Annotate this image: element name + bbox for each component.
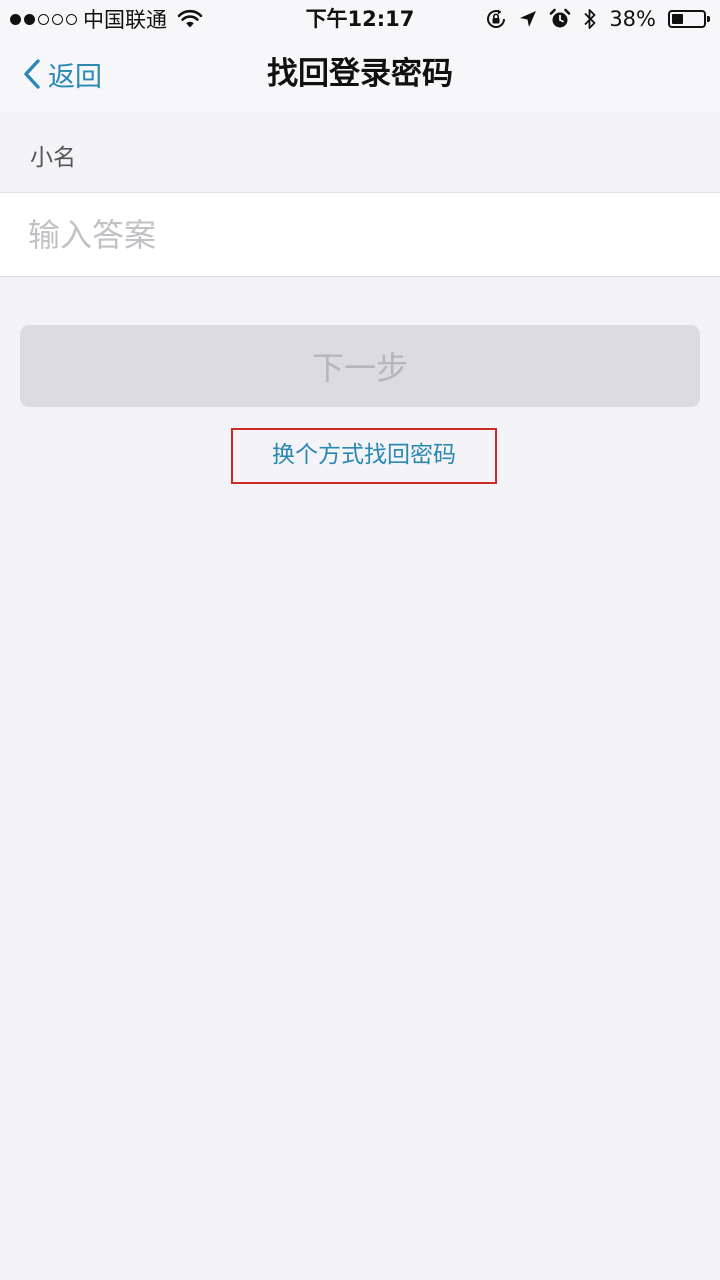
security-question-row: 小名 bbox=[0, 112, 720, 193]
status-right: 38% bbox=[485, 4, 710, 34]
next-step-button[interactable]: 下一步 bbox=[20, 325, 700, 407]
page-title: 找回登录密码 bbox=[267, 56, 453, 92]
alarm-icon bbox=[550, 8, 571, 28]
battery-terminal bbox=[707, 16, 710, 22]
battery-percent: 38% bbox=[609, 7, 656, 31]
answer-row bbox=[0, 193, 720, 277]
next-step-label: 下一步 bbox=[311, 349, 408, 387]
bluetooth-icon bbox=[584, 9, 596, 29]
orientation-lock-icon bbox=[487, 9, 506, 28]
alternate-recovery-link[interactable]: 换个方式找回密码 bbox=[231, 428, 497, 484]
navigation-bar: 返回 找回登录密码 bbox=[0, 38, 720, 112]
battery-icon bbox=[668, 10, 710, 28]
answer-input[interactable] bbox=[28, 211, 688, 259]
battery-level bbox=[672, 14, 684, 24]
security-question: 小名 bbox=[30, 145, 76, 171]
alternate-recovery-label: 换个方式找回密码 bbox=[272, 442, 456, 468]
location-arrow-icon bbox=[520, 11, 537, 27]
status-bar: 中国联通 下午12:17 38% bbox=[0, 0, 720, 38]
